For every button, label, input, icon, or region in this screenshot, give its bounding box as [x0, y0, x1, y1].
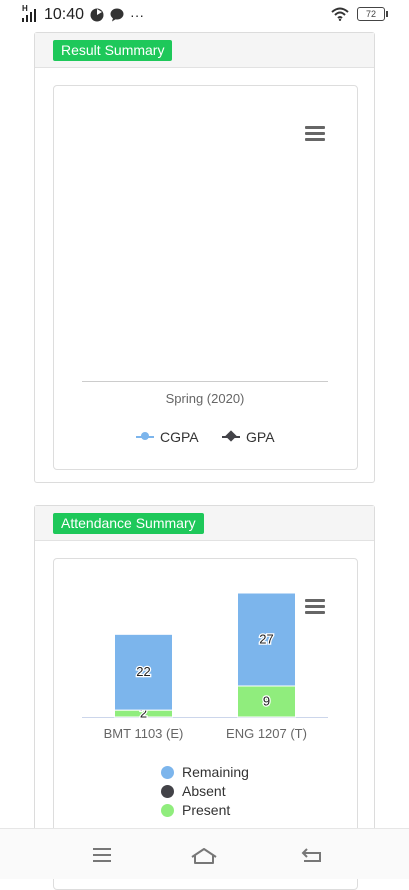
result-summary-card: Result Summary Spring (2020) CGPA GPA	[34, 32, 375, 483]
message-icon	[110, 8, 124, 22]
result-summary-header: Result Summary	[35, 33, 374, 68]
legend-label-remaining: Remaining	[182, 764, 249, 780]
signal-icon: H	[22, 4, 38, 22]
system-nav-bar	[0, 828, 409, 879]
home-icon[interactable]	[184, 841, 224, 869]
legend-item-present[interactable]: Present	[161, 802, 230, 818]
x-axis-category-label: ENG 1207 (T)	[226, 726, 307, 741]
legend-label-absent: Absent	[182, 783, 226, 799]
attendance-summary-title: Attendance Summary	[53, 513, 204, 534]
legend-label-gpa: GPA	[246, 429, 275, 445]
status-left: H 10:40 ···	[22, 4, 145, 24]
status-right: 72	[331, 7, 388, 21]
more-notifications: ···	[130, 7, 145, 23]
attendance-summary-card: Attendance Summary 2 22 9 27 BMT 1103 (E) EN…	[34, 505, 375, 890]
battery-icon: 72	[357, 7, 388, 21]
present-legend-dot	[161, 803, 174, 817]
cgpa-legend-symbol	[136, 432, 154, 440]
gpa-legend-symbol	[222, 430, 240, 442]
legend-item-absent[interactable]: Absent	[161, 783, 226, 799]
status-bar: H 10:40 ··· 72	[0, 0, 409, 32]
result-summary-title: Result Summary	[53, 40, 173, 61]
x-axis-category-label: Spring (2020)	[165, 391, 245, 406]
absent-legend-dot	[161, 784, 174, 798]
result-chart: Spring (2020) CGPA GPA	[53, 85, 358, 470]
app-notification-icon	[90, 8, 104, 22]
menu-icon[interactable]	[82, 841, 122, 869]
chart-menu-icon[interactable]	[305, 126, 325, 142]
wifi-icon	[331, 7, 349, 21]
attendance-plot: 222927	[82, 592, 328, 722]
x-axis-line	[82, 381, 328, 382]
network-type: H	[22, 4, 28, 13]
back-icon[interactable]	[292, 841, 332, 869]
data-label-present: 9	[263, 694, 270, 709]
clock: 10:40	[44, 6, 85, 23]
legend-label-present: Present	[182, 802, 231, 818]
remaining-legend-dot	[161, 765, 174, 779]
data-label-remaining: 27	[259, 632, 273, 647]
legend-label-cgpa: CGPA	[160, 429, 199, 445]
legend-item-remaining[interactable]: Remaining	[161, 764, 249, 780]
data-label-remaining: 22	[136, 664, 150, 679]
x-axis-category-label: BMT 1103 (E)	[103, 726, 184, 741]
legend-item-cgpa[interactable]: CGPA	[136, 429, 199, 445]
attendance-summary-header: Attendance Summary	[35, 506, 374, 541]
legend-item-gpa[interactable]: GPA	[222, 429, 275, 445]
